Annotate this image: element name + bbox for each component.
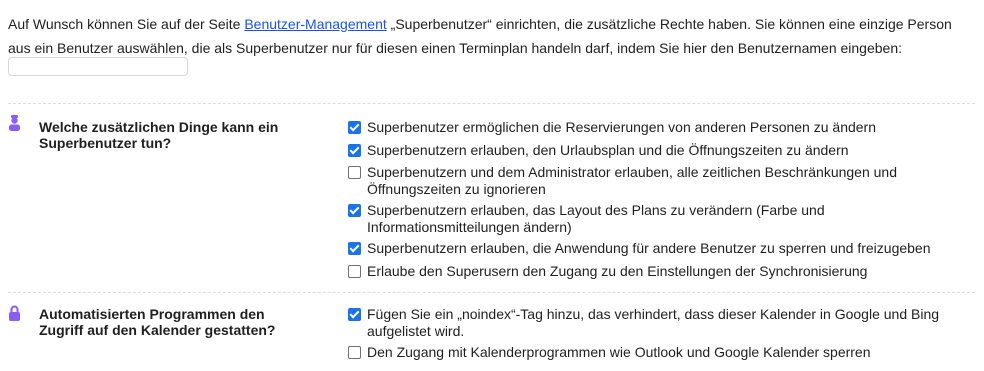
- option-label: Den Zugang mit Kalenderprogrammen wie Ou…: [367, 344, 871, 360]
- section-divider: [8, 103, 975, 104]
- option-label: Fügen Sie ein „noindex“-Tag hinzu, das v…: [367, 306, 940, 339]
- lock-icon: [8, 305, 21, 324]
- section-title-automated-access: Automatisierten Programmen den Zugriff a…: [39, 306, 276, 338]
- option-label: Superbenutzern erlauben, das Layout des …: [367, 202, 825, 235]
- checkbox[interactable]: [348, 242, 361, 255]
- option-ignore-restrictions[interactable]: Superbenutzern und dem Administrator erl…: [348, 164, 978, 197]
- option-sync-settings-access[interactable]: Erlaube den Superusern den Zugang zu den…: [348, 263, 978, 280]
- section-divider: [8, 292, 975, 293]
- option-block-calendar-programs[interactable]: Den Zugang mit Kalenderprogrammen wie Ou…: [348, 344, 978, 361]
- option-lock-application[interactable]: Superbenutzern erlauben, die Anwendung f…: [348, 240, 978, 257]
- checkbox[interactable]: [348, 121, 361, 134]
- checkbox[interactable]: [348, 346, 361, 359]
- checkbox[interactable]: [348, 265, 361, 278]
- checkbox[interactable]: [348, 308, 361, 321]
- option-label: Superbenutzern und dem Administrator erl…: [367, 164, 898, 197]
- superuser-icon: [8, 115, 21, 134]
- checkbox[interactable]: [348, 166, 361, 179]
- option-label: Superbenutzern erlauben, die Anwendung f…: [367, 240, 931, 256]
- checkbox[interactable]: [348, 144, 361, 157]
- option-label: Superbenutzern erlauben, den Urlaubsplan…: [367, 142, 849, 158]
- option-noindex-tag[interactable]: Fügen Sie ein „noindex“-Tag hinzu, das v…: [348, 306, 978, 339]
- superuser-username-input[interactable]: [8, 57, 188, 76]
- option-change-layout[interactable]: Superbenutzern erlauben, das Layout des …: [348, 202, 978, 235]
- intro-text-before: Auf Wunsch können Sie auf der Seite: [8, 16, 245, 32]
- option-edit-holidays[interactable]: Superbenutzern erlauben, den Urlaubsplan…: [348, 142, 978, 159]
- option-edit-reservations[interactable]: Superbenutzer ermöglichen die Reservieru…: [348, 119, 978, 136]
- option-label: Superbenutzer ermöglichen die Reservieru…: [367, 119, 876, 135]
- intro-text: Auf Wunsch können Sie auf der Seite Benu…: [8, 12, 978, 60]
- section-title-superuser: Welche zusätzlichen Dinge kann ein Super…: [39, 119, 279, 151]
- user-management-link[interactable]: Benutzer-Management: [244, 16, 386, 32]
- checkbox[interactable]: [348, 204, 361, 217]
- option-label: Erlaube den Superusern den Zugang zu den…: [367, 263, 868, 279]
